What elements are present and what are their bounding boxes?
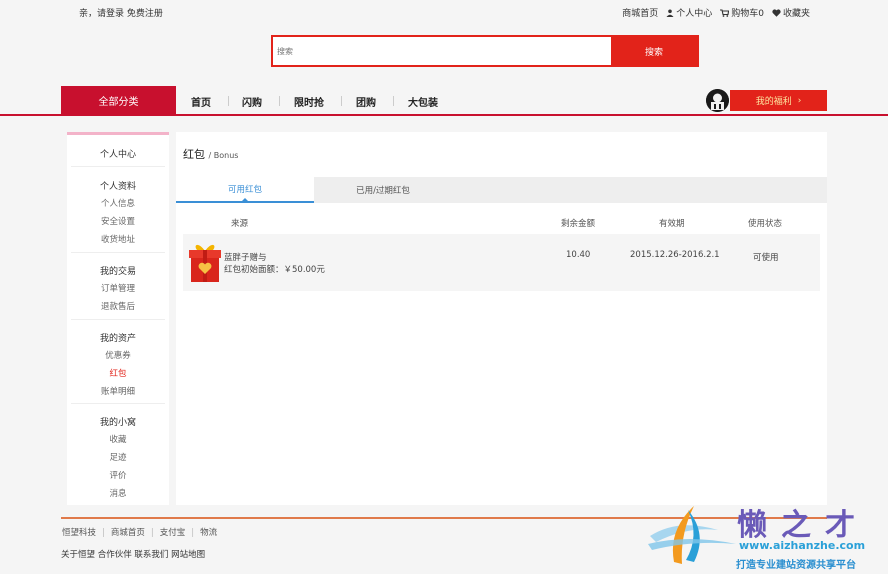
watermark-logo-icon [648,500,738,570]
red-packet-validity: 2015.12.26-2016.2.1 [630,250,720,260]
footer-link-home[interactable]: 商城首页 [111,528,145,538]
nav-underline [0,114,888,116]
red-packet-remaining: 10.40 [566,250,591,260]
sidebar-heading-assets: 我的资产 [99,334,136,344]
login-link[interactable]: 亲，请登录 [79,9,124,19]
gift-box-icon [188,241,222,283]
nav-item-time-limited[interactable]: 限时抢 [294,94,324,109]
sidebar-divider [71,252,165,253]
red-packet-source: 蓝胖子赠与 [224,253,267,263]
search-button[interactable]: 搜索 [611,37,697,65]
watermark-slogan: 打造专业建站资源共享平台 [736,560,856,571]
sidebar: 个人中心 个人资料 个人信息 安全设置 收货地址 我的交易 订单管理 退款售后 … [67,132,169,505]
sidebar-divider [71,166,165,167]
sidebar-item-refunds[interactable]: 退款售后 [67,300,169,312]
footer-link-logistics[interactable]: 物流 [200,528,217,538]
user-center-link[interactable]: 个人中心 [666,6,712,19]
column-header-status: 使用状态 [748,219,783,229]
tab-used-expired[interactable]: 已用/过期红包 [314,177,452,203]
nav-divider [393,96,394,106]
red-packet-status: 可使用 [753,253,779,263]
sidebar-item-security[interactable]: 安全设置 [67,215,169,227]
nav-item-group-buy[interactable]: 团购 [356,94,376,109]
sidebar-item-footprints[interactable]: 足迹 [67,451,169,463]
footer-links: 恒望科技 | 商城首页 | 支付宝 | 物流 [62,528,218,538]
sidebar-item-favorites[interactable]: 收藏 [67,433,169,445]
column-header-remaining: 剩余金额 [561,219,596,229]
red-packet-initial-value: 红包初始面额：￥50.00元 [224,265,325,275]
top-bar: 亲，请登录 免费注册 商城首页 个人中心 购物车0 收藏夹 [0,0,888,22]
column-header-source: 来源 [231,219,249,229]
column-header-validity: 有效期 [659,219,685,229]
nav-divider [341,96,342,106]
sidebar-item-address[interactable]: 收货地址 [67,233,169,245]
sidebar-item-messages[interactable]: 消息 [67,487,169,499]
register-link[interactable]: 免费注册 [127,9,163,19]
sidebar-divider [71,403,165,404]
nav-divider [279,96,280,106]
avatar[interactable] [706,89,729,112]
sidebar-item-bills[interactable]: 账单明细 [67,385,169,397]
sidebar-item-coupons[interactable]: 优惠券 [67,349,169,361]
user-icon [666,9,674,17]
nav-item-bulk-pack[interactable]: 大包装 [408,94,438,109]
home-link[interactable]: 商城首页 [622,6,658,19]
sidebar-heading-nest: 我的小窝 [99,418,136,428]
sidebar-heading-trades: 我的交易 [99,267,136,277]
watermark-url: www.aizhanzhe.com [739,539,866,552]
nav-item-home[interactable]: 首页 [191,94,211,109]
nav-item-flash-sale[interactable]: 闪购 [242,94,262,109]
sidebar-item-reviews[interactable]: 评价 [67,469,169,481]
cart-link[interactable]: 购物车0 [720,6,764,19]
heart-icon [772,8,781,17]
cart-icon [720,8,730,17]
footer-about-links[interactable]: 关于恒望 合作伙伴 联系我们 网站地图 [61,548,205,560]
watermark-brand: 懒之才 [737,508,869,543]
sidebar-item-orders[interactable]: 订单管理 [67,282,169,294]
page-title: 红包 / Bonus [183,148,239,161]
sidebar-item-personal-info[interactable]: 个人信息 [67,197,169,209]
footer-link-company[interactable]: 恒望科技 [62,528,96,538]
nav-divider [228,96,229,106]
my-welfare-button[interactable]: 我的福利 › [730,90,827,111]
sidebar-title: 个人中心 [99,150,136,160]
page-subtitle: / Bonus [208,151,239,160]
top-links: 商城首页 个人中心 购物车0 收藏夹 [622,6,810,19]
sidebar-divider [71,319,165,320]
sidebar-item-red-packets[interactable]: 红包 [67,367,169,379]
login-area: 亲，请登录 免费注册 [79,6,163,19]
tab-indicator-arrow [241,198,249,202]
search-input[interactable] [273,37,613,65]
sidebar-heading-profile: 个人资料 [99,182,136,192]
chevron-right-icon: › [797,95,802,106]
footer-link-alipay[interactable]: 支付宝 [160,528,186,538]
all-categories-button[interactable]: 全部分类 [61,86,176,115]
search-box: 搜索 [271,35,699,67]
favorites-link[interactable]: 收藏夹 [772,6,810,19]
